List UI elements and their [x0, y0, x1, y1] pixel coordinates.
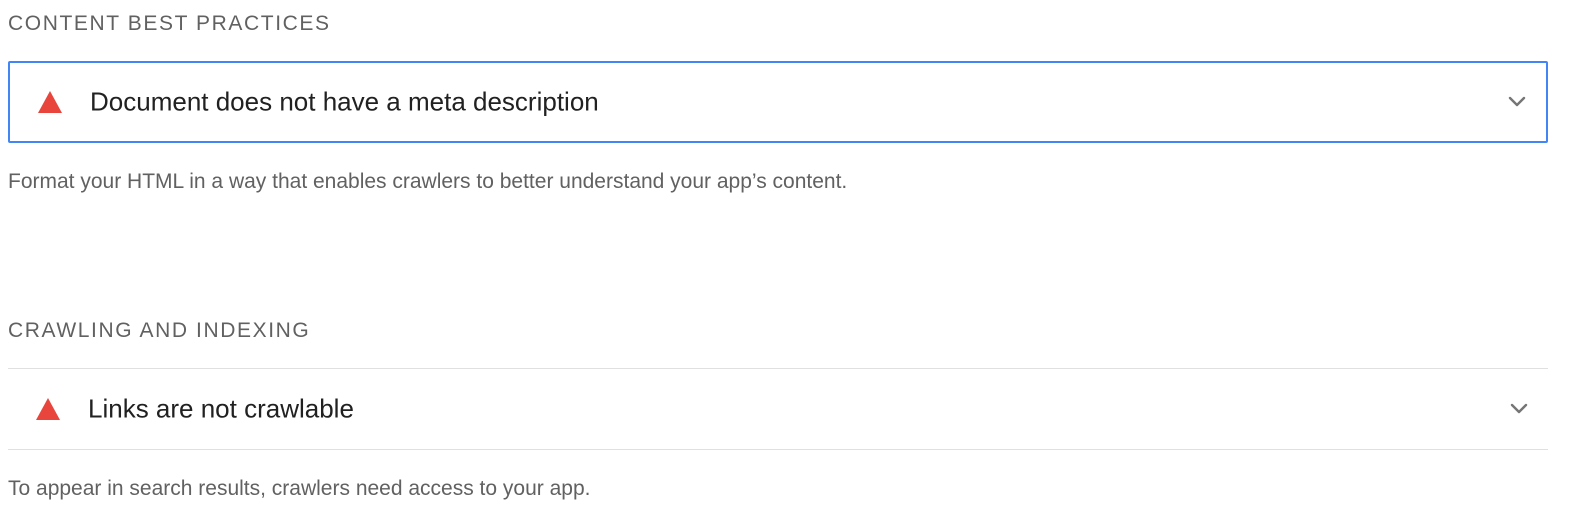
- group-description: Format your HTML in a way that enables c…: [8, 170, 848, 193]
- audit-title: Document does not have a meta descriptio…: [90, 86, 599, 117]
- chevron-down-icon[interactable]: [1508, 96, 1526, 108]
- chevron-down-icon[interactable]: [1510, 403, 1528, 415]
- audit-crawlable-links[interactable]: Links are not crawlable: [8, 368, 1548, 450]
- audit-title: Links are not crawlable: [88, 393, 354, 424]
- fail-triangle-icon: [38, 91, 62, 113]
- audit-meta-description[interactable]: Document does not have a meta descriptio…: [8, 61, 1548, 143]
- group-title: CRAWLING AND INDEXING: [8, 319, 311, 342]
- fail-triangle-icon: [36, 398, 60, 420]
- group-title: CONTENT BEST PRACTICES: [8, 12, 331, 35]
- group-description: To appear in search results, crawlers ne…: [8, 477, 591, 500]
